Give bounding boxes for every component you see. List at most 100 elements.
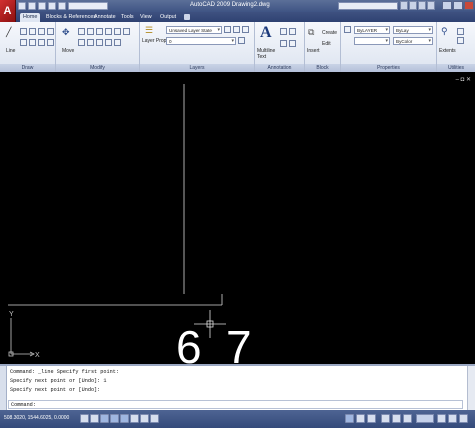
communication-center-icon[interactable] (409, 1, 417, 10)
plot-style-dropdown[interactable]: ByColor (393, 37, 433, 45)
edit-block-button[interactable]: Edit (322, 41, 331, 47)
polar-tracking-icon[interactable] (110, 414, 119, 423)
layer-state-dropdown[interactable]: Unsaved Layer State (166, 26, 222, 34)
pan-icon[interactable] (457, 37, 464, 44)
steering-wheel-icon[interactable] (403, 414, 412, 423)
quick-view-layouts-icon[interactable] (367, 414, 376, 423)
layer-unisolate-icon[interactable] (242, 26, 249, 33)
ellipse-icon[interactable] (38, 39, 45, 46)
fillet-icon[interactable] (114, 28, 121, 35)
rotate-icon[interactable] (78, 28, 85, 35)
panel-title-block[interactable]: Block (305, 64, 340, 72)
tab-tools[interactable]: Tools (121, 13, 134, 22)
drawing-canvas[interactable]: Y X – ◘ ✕ 6 7 (0, 72, 475, 364)
application-menu-button[interactable]: A (0, 0, 16, 22)
tab-annotate[interactable]: Annotate (94, 13, 116, 22)
search-icon[interactable] (400, 1, 408, 10)
array-icon[interactable] (96, 39, 103, 46)
dynamic-input-icon[interactable] (150, 414, 159, 423)
zoom-extents-icon[interactable]: ⚲ (441, 27, 448, 36)
make-current-icon[interactable] (238, 37, 245, 44)
undo-icon[interactable] (48, 2, 56, 10)
workspace-switching-icon[interactable] (448, 414, 457, 423)
mirror-icon[interactable] (105, 28, 112, 35)
ortho-mode-icon[interactable] (100, 414, 109, 423)
panel-title-modify[interactable]: Modify (56, 64, 139, 72)
stretch-icon[interactable] (78, 39, 85, 46)
save-icon[interactable] (38, 2, 46, 10)
trim-icon[interactable] (87, 28, 94, 35)
single-text-icon[interactable] (280, 28, 287, 35)
polyline-icon[interactable] (20, 28, 27, 35)
multiline-text-icon[interactable]: A (260, 24, 272, 42)
pan-icon[interactable] (381, 414, 390, 423)
object-snap-icon[interactable] (120, 414, 129, 423)
extents-label[interactable]: Extents (439, 48, 456, 54)
new-icon[interactable] (18, 2, 26, 10)
command-window-scrollbar[interactable] (467, 366, 475, 410)
copy-icon[interactable] (96, 28, 103, 35)
spline-icon[interactable] (29, 39, 36, 46)
command-window-grip[interactable] (0, 366, 7, 410)
model-space-icon[interactable] (345, 414, 354, 423)
create-block-button[interactable]: Create (322, 30, 337, 36)
dimension-icon[interactable] (289, 28, 296, 35)
measure-icon[interactable] (457, 28, 464, 35)
annotation-scale-dropdown[interactable] (416, 414, 434, 423)
object-snap-tracking-icon[interactable] (130, 414, 139, 423)
dynamic-ucs-icon[interactable] (140, 414, 149, 423)
maximize-button[interactable] (453, 1, 463, 10)
move-icon[interactable]: ✥ (62, 28, 70, 37)
viewport-controls[interactable]: – ◘ ✕ (456, 76, 471, 83)
explode-icon[interactable] (123, 28, 130, 35)
favorites-icon[interactable] (418, 1, 426, 10)
ribbon-minimize-icon[interactable] (184, 14, 190, 20)
current-layer-dropdown[interactable]: 0 (166, 37, 236, 45)
line-label[interactable]: Line (6, 48, 15, 54)
move-label[interactable]: Move (62, 48, 74, 54)
point-icon[interactable] (47, 39, 54, 46)
panel-title-utilities[interactable]: Utilities (437, 64, 475, 72)
grid-display-icon[interactable] (90, 414, 99, 423)
leader-icon[interactable] (280, 40, 287, 47)
table-icon[interactable] (289, 40, 296, 47)
scale-icon[interactable] (87, 39, 94, 46)
layer-isolate-icon[interactable] (233, 26, 240, 33)
command-input[interactable]: Command: (8, 400, 463, 409)
tab-output[interactable]: Output (160, 13, 176, 22)
line-icon[interactable]: ╱ (6, 28, 11, 37)
arc-icon[interactable] (38, 28, 45, 35)
layout-icon[interactable] (356, 414, 365, 423)
zoom-icon[interactable] (392, 414, 401, 423)
panel-title-properties[interactable]: Properties (341, 64, 436, 72)
tab-blocks-references[interactable]: Blocks & References (46, 13, 96, 22)
lineweight-dropdown[interactable] (354, 37, 390, 45)
open-icon[interactable] (28, 2, 36, 10)
cursor-coordinates[interactable]: 508.3020, 1544.6025, 0.0000 (4, 415, 69, 421)
insert-label[interactable]: Insert (307, 48, 320, 54)
snap-mode-icon[interactable] (80, 414, 89, 423)
panel-title-annotation[interactable]: Annotation (255, 64, 304, 72)
panel-title-layers[interactable]: Layers (140, 64, 254, 72)
annotation-visibility-icon[interactable] (437, 414, 446, 423)
erase-icon[interactable] (105, 39, 112, 46)
color-dropdown[interactable]: ByLAYER (354, 26, 390, 34)
clean-screen-icon[interactable] (459, 414, 468, 423)
workspace-dropdown[interactable] (68, 2, 108, 10)
help-icon[interactable] (427, 1, 435, 10)
layer-properties-icon[interactable]: ☰ (145, 26, 153, 35)
panel-title-draw[interactable]: Draw (0, 64, 55, 72)
tab-home[interactable]: Home (20, 13, 41, 22)
close-button[interactable] (464, 1, 474, 10)
tab-view[interactable]: View (140, 13, 152, 22)
minimize-button[interactable] (442, 1, 452, 10)
hatch-icon[interactable] (20, 39, 27, 46)
rectangle-icon[interactable] (47, 28, 54, 35)
insert-block-icon[interactable]: ⧉ (308, 28, 314, 37)
layer-previous-icon[interactable] (224, 26, 231, 33)
redo-icon[interactable] (58, 2, 66, 10)
offset-icon[interactable] (114, 39, 121, 46)
match-properties-icon[interactable] (344, 26, 351, 33)
multiline-text-label[interactable]: Multiline Text (257, 48, 279, 60)
circle-icon[interactable] (29, 28, 36, 35)
